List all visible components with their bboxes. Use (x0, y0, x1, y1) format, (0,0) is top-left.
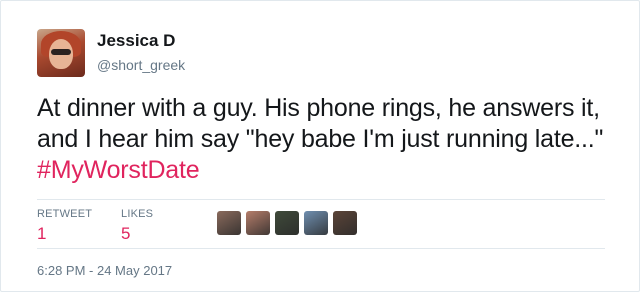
tweet-stats: RETWEET 1 LIKES 5 (37, 199, 605, 249)
liker-avatar-2[interactable] (246, 211, 270, 235)
avatar-sunglasses (51, 49, 71, 55)
retweet-label: RETWEET (37, 208, 93, 220)
author-handle[interactable]: @short_greek (97, 57, 185, 73)
liker-avatar-5[interactable] (333, 211, 357, 235)
tweet-timestamp[interactable]: 6:28 PM - 24 May 2017 (37, 263, 172, 278)
liker-avatar-4[interactable] (304, 211, 328, 235)
author-avatar[interactable] (37, 29, 85, 77)
liker-avatar-3[interactable] (275, 211, 299, 235)
tweet-text: At dinner with a guy. His phone rings, h… (37, 93, 617, 186)
hashtag-link[interactable]: #MyWorstDate (37, 156, 200, 184)
retweet-count: 1 (37, 224, 47, 243)
likes-count: 5 (121, 224, 131, 243)
liker-avatar-1[interactable] (217, 211, 241, 235)
likes-label: LIKES (121, 208, 154, 220)
likes-stat[interactable]: LIKES 5 (121, 208, 153, 244)
tweet-body: At dinner with a guy. His phone rings, h… (37, 94, 604, 153)
retweet-stat[interactable]: RETWEET 1 (37, 208, 92, 244)
author-name[interactable]: Jessica D (97, 31, 175, 51)
tweet-card: Jessica D @short_greek At dinner with a … (0, 0, 640, 292)
